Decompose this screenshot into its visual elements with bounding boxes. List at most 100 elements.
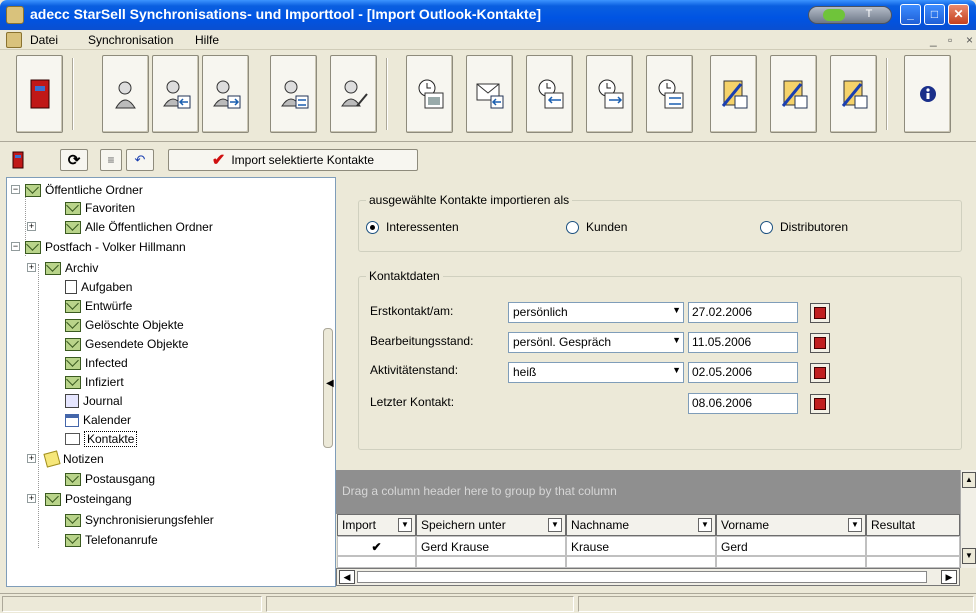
import-selected-contacts-button[interactable]: ✔ Import selektierte Kontakte — [168, 149, 418, 171]
list-view-button[interactable]: ≡ — [100, 149, 122, 171]
aktivitaetenstand-date-field[interactable]: 02.05.2006 — [688, 362, 798, 383]
letzter-kontakt-date-field[interactable]: 08.06.2006 — [688, 393, 798, 414]
cell-resultat[interactable] — [866, 536, 960, 556]
column-filter-dropdown[interactable]: ▼ — [398, 518, 412, 532]
tree-item-posteingang[interactable]: + Posteingang — [27, 490, 132, 508]
erstkontakt-date-field[interactable]: 27.02.2006 — [688, 302, 798, 323]
table-row-partial[interactable] — [716, 556, 866, 568]
scroll-left-arrow-icon[interactable]: ◀ — [339, 570, 355, 584]
tree-item-alle-oeffentlichen-ordner[interactable]: + Alle Öffentlichen Ordner — [27, 218, 213, 236]
refresh-button[interactable]: ⟳ — [60, 149, 88, 171]
import-checkbox-cell[interactable]: ✔ — [337, 536, 416, 556]
aktivitaetenstand-combo[interactable]: heiß ▼ — [508, 362, 684, 383]
task-sync-button[interactable] — [830, 55, 877, 133]
table-row-partial[interactable] — [866, 556, 960, 568]
scroll-up-arrow-icon[interactable]: ▲ — [962, 472, 976, 488]
mail-import-button[interactable] — [466, 55, 513, 133]
column-header-vorname[interactable]: Vorname ▼ — [716, 514, 866, 536]
cell-speichern-unter[interactable]: Gerd Krause — [416, 536, 566, 556]
tree-item-entwuerfe[interactable]: Entwürfe — [65, 297, 132, 315]
clock-calendar-button[interactable] — [406, 55, 453, 133]
appointment-export-button[interactable] — [586, 55, 633, 133]
appointment-sync-button[interactable] — [646, 55, 693, 133]
table-row-partial[interactable] — [337, 556, 416, 568]
person-export-button[interactable] — [202, 55, 249, 133]
expand-toggle[interactable]: + — [27, 454, 36, 463]
tray-widget[interactable]: T — [808, 6, 892, 24]
collapse-arrow-icon[interactable]: ◀ — [326, 378, 334, 389]
tree-item-telefonanrufe[interactable]: Telefonanrufe — [65, 531, 158, 549]
column-header-import[interactable]: Import ▼ — [337, 514, 416, 536]
tree-item-notizen[interactable]: + Notizen — [27, 450, 104, 468]
collapse-toggle[interactable]: − — [11, 185, 20, 194]
scroll-down-arrow-icon[interactable]: ▼ — [962, 548, 976, 564]
dropdown-arrow-icon[interactable]: ▼ — [672, 305, 681, 315]
group-by-area[interactable]: Drag a column header here to group by th… — [336, 470, 960, 514]
tree-item-archiv[interactable]: + Archiv — [27, 259, 98, 277]
table-row-partial[interactable] — [416, 556, 566, 568]
bearbeitungsstand-date-field[interactable]: 11.05.2006 — [688, 332, 798, 353]
expand-toggle[interactable]: + — [27, 222, 36, 231]
column-filter-dropdown[interactable]: ▼ — [548, 518, 562, 532]
dropdown-arrow-icon[interactable]: ▼ — [672, 365, 681, 375]
tree-item-infected[interactable]: Infected — [65, 354, 128, 372]
person-settings-button[interactable] — [330, 55, 377, 133]
task-import-button[interactable] — [710, 55, 757, 133]
column-header-resultat[interactable]: Resultat — [866, 514, 960, 536]
menu-datei[interactable]: Datei — [30, 33, 58, 47]
tree-item-aufgaben[interactable]: Aufgaben — [65, 278, 132, 296]
grid-vertical-scrollbar[interactable]: ▲ ▼ — [960, 470, 976, 568]
column-filter-dropdown[interactable]: ▼ — [698, 518, 712, 532]
tree-item-gesendete-objekte[interactable]: Gesendete Objekte — [65, 335, 188, 353]
minimize-button[interactable]: _ — [900, 4, 921, 25]
tree-item-journal[interactable]: Journal — [65, 392, 122, 410]
folder-tree[interactable]: − Öffentliche Ordner Favoriten + Alle Öf… — [6, 177, 336, 587]
bearbeitungsstand-combo[interactable]: persönl. Gespräch ▼ — [508, 332, 684, 353]
tree-item-favoriten[interactable]: Favoriten — [65, 199, 135, 217]
tree-item-postausgang[interactable]: Postausgang — [65, 470, 155, 488]
collapse-toggle[interactable]: − — [11, 242, 20, 251]
tree-item-kontakte[interactable]: Kontakte — [65, 430, 138, 448]
mdi-close-button[interactable]: × — [966, 33, 973, 47]
mdi-minimize-button[interactable]: _ — [930, 33, 937, 47]
scroll-right-arrow-icon[interactable]: ▶ — [941, 570, 957, 584]
radio-interessenten[interactable]: Interessenten — [366, 220, 459, 234]
person-import-button[interactable] — [152, 55, 199, 133]
calendar-picker-button[interactable] — [810, 303, 830, 323]
exit-door-button[interactable] — [16, 55, 63, 133]
import-checkbox[interactable]: ✔ — [371, 541, 383, 554]
tree-item-synchronisierungsfehler[interactable]: Synchronisierungsfehler — [65, 511, 214, 529]
task-export-button[interactable] — [770, 55, 817, 133]
radio-distributoren[interactable]: Distributoren — [760, 220, 848, 234]
tree-item-geloeschte-objekte[interactable]: Gelöschte Objekte — [65, 316, 184, 334]
mdi-child-icon[interactable] — [6, 32, 22, 48]
scroll-thumb[interactable] — [357, 571, 927, 583]
column-header-nachname[interactable]: Nachname ▼ — [566, 514, 716, 536]
menu-synchronisation[interactable]: Synchronisation — [88, 33, 173, 47]
person-sync-button[interactable] — [270, 55, 317, 133]
close-button[interactable]: ✕ — [948, 4, 969, 25]
calendar-picker-button[interactable] — [810, 363, 830, 383]
appointment-import-button[interactable] — [526, 55, 573, 133]
close-door-button[interactable] — [6, 149, 30, 171]
radio-kunden[interactable]: Kunden — [566, 220, 627, 234]
column-header-speichern-unter[interactable]: Speichern unter ▼ — [416, 514, 566, 536]
tree-item-oeffentliche-ordner[interactable]: − Öffentliche Ordner — [11, 181, 143, 199]
expand-toggle[interactable]: + — [27, 494, 36, 503]
grid-horizontal-scrollbar[interactable]: ◀ ▶ — [336, 568, 960, 586]
cell-vorname[interactable]: Gerd — [716, 536, 866, 556]
erstkontakt-combo[interactable]: persönlich ▼ — [508, 302, 684, 323]
menu-hilfe[interactable]: Hilfe — [195, 33, 219, 47]
calendar-picker-button[interactable] — [810, 394, 830, 414]
dropdown-arrow-icon[interactable]: ▼ — [672, 335, 681, 345]
tree-item-infiziert[interactable]: Infiziert — [65, 373, 124, 391]
app-icon[interactable] — [6, 6, 24, 24]
undo-button[interactable]: ↶ — [126, 149, 154, 171]
maximize-button[interactable]: □ — [924, 4, 945, 25]
contact-person-button[interactable] — [102, 55, 149, 133]
column-filter-dropdown[interactable]: ▼ — [848, 518, 862, 532]
cell-nachname[interactable]: Krause — [566, 536, 716, 556]
info-button[interactable] — [904, 55, 951, 133]
mdi-restore-button[interactable]: ▫ — [948, 33, 952, 47]
expand-toggle[interactable]: + — [27, 263, 36, 272]
